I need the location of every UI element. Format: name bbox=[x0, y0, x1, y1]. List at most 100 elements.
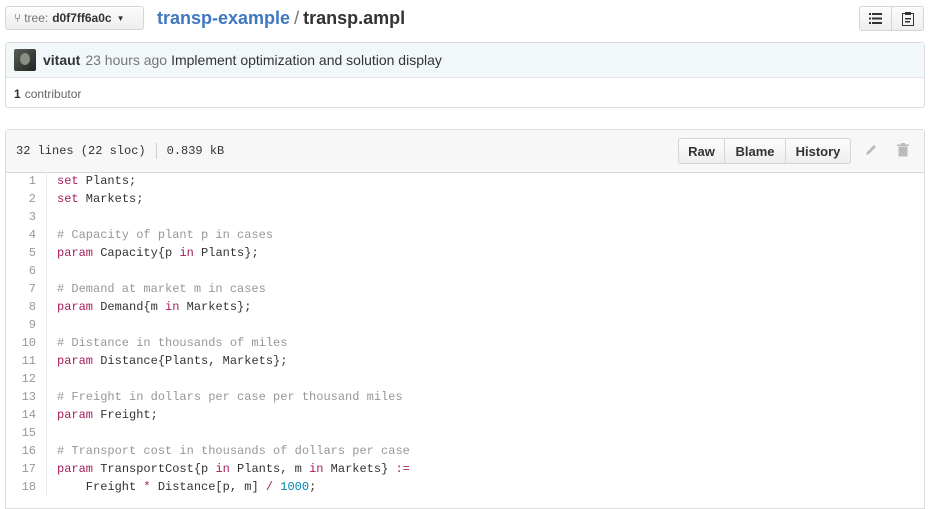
code-token: # Distance in thousands of miles bbox=[57, 336, 288, 350]
line-number[interactable]: 10 bbox=[6, 334, 46, 352]
pencil-icon[interactable] bbox=[864, 143, 878, 160]
line-content bbox=[46, 316, 57, 334]
breadcrumb-repo-link[interactable]: transp-example bbox=[157, 8, 290, 28]
file-navigation: ⑂ tree: d0f7ff6a0c ▼ transp-example / tran… bbox=[0, 0, 931, 38]
code-token: param bbox=[57, 300, 94, 314]
line-number[interactable]: 8 bbox=[6, 298, 46, 316]
line-number[interactable]: 5 bbox=[6, 244, 46, 262]
line-number[interactable]: 17 bbox=[6, 460, 46, 478]
code-token: param bbox=[57, 408, 94, 422]
code-token: # Freight in dollars per case per thousa… bbox=[57, 390, 403, 404]
line-number[interactable]: 2 bbox=[6, 190, 46, 208]
code-line: 7 # Demand at market m in cases bbox=[6, 280, 924, 298]
code-token: * bbox=[143, 480, 151, 494]
line-number[interactable]: 12 bbox=[6, 370, 46, 388]
code-token: 1000 bbox=[280, 480, 310, 494]
code-token: # Demand at market m in cases bbox=[57, 282, 266, 296]
trash-icon[interactable] bbox=[897, 143, 909, 160]
line-content: # Capacity of plant p in cases bbox=[46, 226, 273, 244]
code-token: Distance[p, m] bbox=[150, 480, 266, 494]
line-number[interactable]: 9 bbox=[6, 316, 46, 334]
code-token: in bbox=[165, 300, 180, 314]
code-token: Markets; bbox=[78, 192, 144, 206]
line-content: # Demand at market m in cases bbox=[46, 280, 266, 298]
contributors-summary[interactable]: 1 contributor bbox=[6, 78, 924, 109]
code-token: Markets} bbox=[323, 462, 396, 476]
line-number[interactable]: 11 bbox=[6, 352, 46, 370]
code-line: 8 param Demand{m in Markets}; bbox=[6, 298, 924, 316]
branch-sha: d0f7ff6a0c bbox=[52, 11, 112, 25]
history-button[interactable]: History bbox=[785, 138, 851, 164]
code-token: Markets}; bbox=[179, 300, 252, 314]
code-line: 18 Freight * Distance[p, m] / 1000; bbox=[6, 478, 924, 496]
clipboard-icon-button[interactable] bbox=[891, 6, 924, 31]
line-content bbox=[46, 424, 57, 442]
commit-tease: vitaut 23 hours ago Implement optimizati… bbox=[5, 42, 925, 108]
line-content: # Transport cost in thousands of dollars… bbox=[46, 442, 410, 460]
breadcrumb-separator: / bbox=[294, 8, 300, 28]
line-content bbox=[46, 262, 57, 280]
file-info-divider bbox=[155, 143, 157, 159]
file-viewer: 32 lines (22 sloc) 0.839 kB Raw Blame Hi… bbox=[5, 129, 925, 509]
code-token: ; bbox=[309, 480, 317, 494]
line-number[interactable]: 13 bbox=[6, 388, 46, 406]
avatar[interactable] bbox=[14, 49, 36, 71]
blame-button[interactable]: Blame bbox=[724, 138, 786, 164]
branch-select-button[interactable]: ⑂ tree: d0f7ff6a0c ▼ bbox=[5, 6, 144, 30]
code-line: 6 bbox=[6, 262, 924, 280]
code-token: param bbox=[57, 354, 94, 368]
commit-message[interactable]: Implement optimization and solution disp… bbox=[171, 52, 442, 68]
file-info: 32 lines (22 sloc) 0.839 kB bbox=[16, 143, 224, 160]
line-content: Freight * Distance[p, m] / 1000; bbox=[46, 478, 316, 496]
code-line: 2 set Markets; bbox=[6, 190, 924, 208]
line-number[interactable]: 16 bbox=[6, 442, 46, 460]
line-content: param Distance{Plants, Markets}; bbox=[46, 352, 287, 370]
line-content: # Distance in thousands of miles bbox=[46, 334, 287, 352]
breadcrumb: transp-example / transp.ampl bbox=[157, 8, 405, 28]
commit-author[interactable]: vitaut bbox=[43, 52, 80, 68]
code-token: Plants; bbox=[78, 174, 137, 188]
code-line: 12 bbox=[6, 370, 924, 388]
line-number[interactable]: 15 bbox=[6, 424, 46, 442]
file-actions bbox=[859, 6, 924, 31]
code-token: in bbox=[215, 462, 230, 476]
raw-button[interactable]: Raw bbox=[678, 138, 725, 164]
line-number[interactable]: 14 bbox=[6, 406, 46, 424]
code-token: Freight bbox=[57, 480, 144, 494]
code-token: Demand{m bbox=[93, 300, 166, 314]
line-number[interactable]: 7 bbox=[6, 280, 46, 298]
code-line: 10 # Distance in thousands of miles bbox=[6, 334, 924, 352]
code-token: # Capacity of plant p in cases bbox=[57, 228, 274, 242]
contributor-count: 1 bbox=[14, 86, 21, 101]
code-token: in bbox=[309, 462, 324, 476]
line-content: param TransportCost{p in Plants, m in Ma… bbox=[46, 460, 410, 478]
code-token: / bbox=[265, 480, 274, 494]
line-content: set Plants; bbox=[46, 172, 136, 190]
chevron-down-icon: ▼ bbox=[116, 13, 125, 23]
code-line: 4 # Capacity of plant p in cases bbox=[6, 226, 924, 244]
code-line: 5 param Capacity{p in Plants}; bbox=[6, 244, 924, 262]
code-body: 1 set Plants; 2 set Markets; 3 4 # Capacity of… bbox=[6, 172, 924, 496]
line-content bbox=[46, 208, 57, 226]
code-line: 15 bbox=[6, 424, 924, 442]
line-content bbox=[46, 370, 57, 388]
code-line: 1 set Plants; bbox=[6, 172, 924, 190]
latest-commit: vitaut 23 hours ago Implement optimizati… bbox=[6, 43, 924, 78]
line-number[interactable]: 4 bbox=[6, 226, 46, 244]
commit-time: 23 hours ago bbox=[85, 52, 168, 68]
code-token: := bbox=[395, 462, 410, 476]
code-line: 9 bbox=[6, 316, 924, 334]
line-number[interactable]: 6 bbox=[6, 262, 46, 280]
clipboard-icon bbox=[901, 11, 914, 26]
line-number[interactable]: 3 bbox=[6, 208, 46, 226]
line-number[interactable]: 1 bbox=[6, 172, 46, 190]
code-token: TransportCost{p bbox=[93, 462, 216, 476]
code-token: Plants}; bbox=[193, 246, 259, 260]
code-line: 11 param Distance{Plants, Markets}; bbox=[6, 352, 924, 370]
line-number[interactable]: 18 bbox=[6, 478, 46, 496]
code-token: param bbox=[57, 246, 94, 260]
file-view-buttons: Raw Blame History bbox=[678, 138, 851, 164]
code-line: 16 # Transport cost in thousands of dolla… bbox=[6, 442, 924, 460]
code-token: set bbox=[57, 192, 79, 206]
list-icon-button[interactable] bbox=[859, 6, 892, 31]
